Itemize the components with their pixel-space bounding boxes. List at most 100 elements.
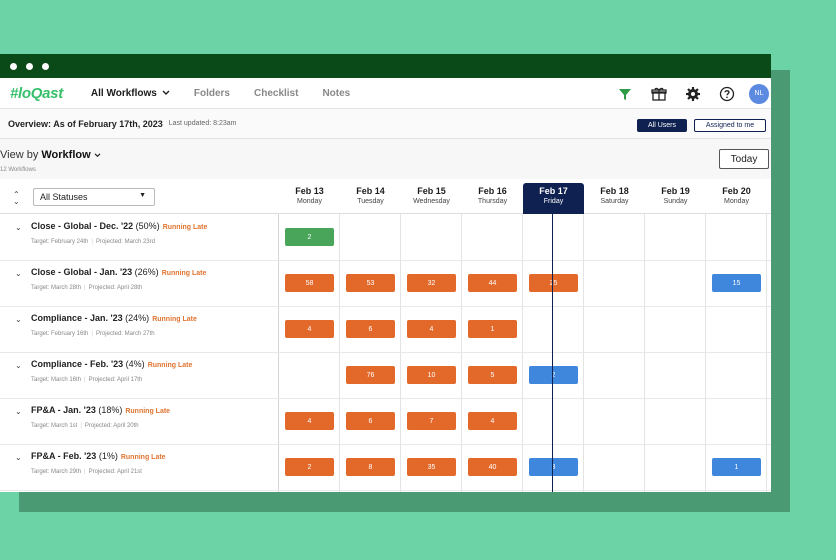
window-titlebar	[0, 54, 771, 78]
status-badge: Running Late	[120, 454, 166, 461]
day-header[interactable]: Feb 20 Monday	[706, 183, 767, 214]
day-header[interactable]: Feb 14 Tuesday	[340, 183, 401, 214]
task-count-badge[interactable]: 5	[468, 366, 517, 384]
workflow-percent: (26%)	[132, 267, 159, 277]
day-weekday: Saturday	[600, 198, 629, 205]
task-count-badge[interactable]: 35	[407, 458, 456, 476]
workflow-dates: Target: March 29th | Projected: April 21st	[31, 469, 142, 475]
workflow-name: FP&A - Feb. '23	[31, 451, 97, 461]
workflow-row[interactable]: ⌄ FP&A - Jan. '23 (18%) Running Late Target…	[0, 399, 771, 445]
gear-icon[interactable]	[681, 82, 705, 106]
task-count-badge[interactable]: 15	[712, 274, 761, 292]
task-count-badge[interactable]: 8	[346, 458, 395, 476]
status-badge: Running Late	[125, 408, 171, 415]
task-count-badge[interactable]: 2	[529, 366, 578, 384]
workflow-percent: (1%)	[96, 451, 118, 461]
workflow-dates: Target: February 16th | Projected: March 2…	[31, 331, 155, 337]
assigned-to-me-button[interactable]: Assigned to me	[694, 119, 766, 132]
nav-checklist[interactable]: Checklist	[254, 88, 298, 99]
day-weekday: Monday	[724, 198, 749, 205]
workflow-row[interactable]: ⌄ Compliance - Feb. '23 (4%) Running Late T…	[0, 353, 771, 399]
day-header[interactable]: Feb 13 Monday	[279, 183, 340, 214]
task-count-badge[interactable]: 2	[285, 458, 334, 476]
workflow-grid: ⌃ ⌄ All Statuses ▼ Feb 13 Monday Feb 14 Tues…	[0, 183, 771, 492]
gift-icon[interactable]	[647, 82, 671, 106]
target-date: Target: March 28th	[31, 285, 82, 291]
task-count-badge[interactable]: 25	[529, 274, 578, 292]
task-count-badge[interactable]: 4	[285, 320, 334, 338]
status-filter-select[interactable]: All Statuses ▼	[33, 188, 155, 206]
separator: |	[80, 423, 82, 429]
task-count-badge[interactable]: 1	[712, 458, 761, 476]
help-icon[interactable]	[715, 82, 739, 106]
app-window: #loQast All Workflows Folders Checklist …	[0, 54, 771, 492]
target-date: Target: March 1st	[31, 423, 78, 429]
task-count-badge[interactable]: 4	[285, 412, 334, 430]
task-count-badge[interactable]: 4	[407, 320, 456, 338]
workflow-row[interactable]: ⌄ Close - Global - Jan. '23 (26%) Running …	[0, 261, 771, 307]
window-close-dot[interactable]	[10, 62, 17, 70]
task-count-badge[interactable]: 53	[346, 274, 395, 292]
workflow-row[interactable]: ⌄ FP&A - Feb. '23 (1%) Running Late Target:…	[0, 445, 771, 491]
task-count-badge[interactable]: 6	[346, 320, 395, 338]
day-weekday: Sunday	[663, 198, 688, 205]
task-count-badge[interactable]: 1	[468, 320, 517, 338]
status-badge: Running Late	[161, 270, 207, 277]
projected-date: Projected: March 23rd	[95, 239, 155, 245]
task-count-badge[interactable]: 3	[529, 458, 578, 476]
projected-date: Projected: April 17th	[88, 377, 143, 383]
workflow-name: Compliance - Jan. '23	[31, 313, 123, 323]
projected-date: Projected: March 27th	[95, 331, 155, 337]
chevron-down-icon[interactable]: ⌄	[15, 269, 22, 278]
day-date: Feb 17	[539, 186, 568, 196]
target-date: Target: February 24th	[31, 239, 89, 245]
workflow-title: Close - Global - Jan. '23 (26%) Running L…	[31, 267, 206, 277]
user-avatar[interactable]: NL	[749, 83, 769, 104]
floqast-logo[interactable]: #loQast	[10, 85, 63, 102]
day-header[interactable]: Feb 16 Thursday	[462, 183, 523, 214]
window-minimize-dot[interactable]	[26, 62, 33, 70]
task-count-badge[interactable]: 76	[346, 366, 395, 384]
nav-notes[interactable]: Notes	[322, 88, 350, 99]
day-header[interactable]: Feb 18 Saturday	[584, 183, 645, 214]
day-header[interactable]: Feb 19 Sunday	[645, 183, 706, 214]
task-count-badge[interactable]: 7	[407, 412, 456, 430]
task-count-badge[interactable]: 44	[468, 274, 517, 292]
today-button[interactable]: Today	[719, 149, 769, 169]
workflow-title: Compliance - Jan. '23 (24%) Running Late	[31, 313, 197, 323]
workflow-dates: Target: March 16th | Projected: April 17th	[31, 377, 142, 383]
task-count-badge[interactable]: 4	[468, 412, 517, 430]
workflow-title: Compliance - Feb. '23 (4%) Running Late	[31, 359, 192, 369]
overview-bar: Overview: As of February 17th, 2023 Last…	[0, 109, 771, 139]
chevron-down-icon[interactable]: ⌄	[15, 407, 22, 416]
nav-all-workflows[interactable]: All Workflows	[91, 88, 170, 99]
day-date: Feb 15	[417, 186, 446, 196]
day-header[interactable]: Feb 15 Wednesday	[401, 183, 462, 214]
task-count-badge[interactable]: 2	[285, 228, 334, 246]
chevron-down-icon[interactable]: ⌄	[15, 315, 22, 324]
workflow-percent: (50%)	[133, 221, 160, 231]
chevron-down-icon[interactable]: ⌄	[15, 361, 22, 370]
workflow-name: Close - Global - Jan. '23	[31, 267, 133, 277]
day-header[interactable]: Feb 17 Friday	[523, 183, 584, 214]
window-maximize-dot[interactable]	[42, 62, 49, 70]
all-users-button[interactable]: All Users	[637, 119, 687, 132]
task-count-badge[interactable]: 32	[407, 274, 456, 292]
nav-folders[interactable]: Folders	[194, 88, 230, 99]
filter-icon[interactable]	[613, 82, 637, 106]
day-date: Feb 20	[722, 186, 751, 196]
task-count-badge[interactable]: 58	[285, 274, 334, 292]
task-count-badge[interactable]: 10	[407, 366, 456, 384]
day-weekday: Wednesday	[413, 198, 450, 205]
task-count-badge[interactable]: 40	[468, 458, 517, 476]
workflow-row[interactable]: ⌄ Compliance - Jan. '23 (24%) Running Late…	[0, 307, 771, 353]
view-by-selector[interactable]: View by Workflow	[0, 149, 101, 161]
workflow-row[interactable]: ⌄ Close - Global - Dec. '22 (50%) Running …	[0, 215, 771, 261]
chevron-down-icon[interactable]: ⌄	[15, 223, 22, 232]
workflow-name: Close - Global - Dec. '22	[31, 221, 134, 231]
view-by-bar: View by Workflow 12 Workflows Today	[0, 139, 771, 179]
task-count-badge[interactable]: 6	[346, 412, 395, 430]
day-date: Feb 18	[600, 186, 629, 196]
chevron-down-icon[interactable]: ⌄	[15, 453, 22, 462]
sort-icon[interactable]: ⌃ ⌄	[13, 191, 20, 206]
